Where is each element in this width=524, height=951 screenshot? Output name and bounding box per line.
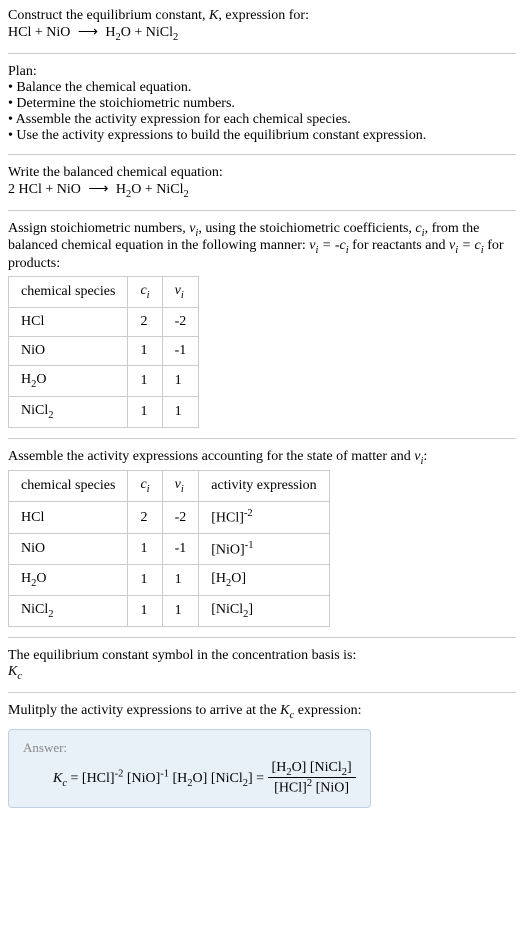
divider (8, 154, 516, 155)
symbol-section: The equilibrium constant symbol in the c… (8, 648, 516, 682)
plan-section: Plan: • Balance the chemical equation. •… (8, 64, 516, 144)
activity-table: chemical species ci νi activity expressi… (8, 470, 330, 627)
intro-section: Construct the equilibrium constant, K, e… (8, 8, 516, 43)
table-row: NiO 1 -1 [NiO]-1 (9, 533, 330, 565)
table-cell: NiO (9, 533, 128, 565)
stoich-text: for reactants and (349, 238, 449, 253)
multiply-text: Mulitply the activity expressions to arr… (8, 703, 361, 718)
table-cell: -1 (162, 336, 199, 365)
table-cell: 1 (128, 533, 162, 565)
divider (8, 438, 516, 439)
table-header: ci (128, 471, 162, 502)
balanced-equation: 2 HCl + NiO ⟶ H2O + NiCl2 (8, 182, 189, 197)
table-cell: 1 (128, 365, 162, 396)
ci-symbol: ci (415, 221, 424, 236)
table-cell: HCl (9, 502, 128, 534)
eq2: νi = ci (449, 238, 484, 253)
intro-text-b: , expression for: (218, 8, 309, 23)
table-cell: 1 (162, 396, 199, 427)
table-cell: NiCl2 (9, 596, 128, 627)
table-cell: NiCl2 (9, 396, 128, 427)
arrow-icon: ⟶ (74, 24, 102, 41)
arrow-icon: ⟶ (84, 181, 112, 198)
balanced-title: Write the balanced chemical equation: (8, 165, 516, 181)
table-cell: -2 (162, 307, 199, 336)
stoich-text: Assign stoichiometric numbers, (8, 221, 189, 236)
divider (8, 637, 516, 638)
plan-item: • Use the activity expressions to build … (8, 128, 516, 144)
divider (8, 692, 516, 693)
eq1: νi = -ci (309, 238, 348, 253)
table-cell: -1 (162, 533, 199, 565)
stoich-table: chemical species ci νi HCl 2 -2 NiO 1 -1… (8, 276, 199, 427)
table-row: NiCl2 1 1 [NiCl2] (9, 596, 330, 627)
symbol-text: The equilibrium constant symbol in the c… (8, 648, 516, 664)
table-header-row: chemical species ci νi (9, 277, 199, 308)
activity-text: Assemble the activity expressions accoun… (8, 449, 427, 464)
table-cell: 1 (128, 565, 162, 596)
table-header: νi (162, 471, 199, 502)
multiply-section: Mulitply the activity expressions to arr… (8, 703, 516, 721)
stoich-text: , using the stoichiometric coefficients, (198, 221, 415, 236)
answer-label: Answer: (23, 740, 356, 756)
table-cell: [NiO]-1 (199, 533, 329, 565)
table-cell: [HCl]-2 (199, 502, 329, 534)
stoich-section: Assign stoichiometric numbers, νi, using… (8, 221, 516, 428)
table-header: νi (162, 277, 199, 308)
activity-section: Assemble the activity expressions accoun… (8, 449, 516, 628)
table-header: ci (128, 277, 162, 308)
plan-title: Plan: (8, 64, 516, 80)
table-cell: 1 (128, 336, 162, 365)
table-header: chemical species (9, 471, 128, 502)
table-cell: [NiCl2] (199, 596, 329, 627)
table-row: NiO 1 -1 (9, 336, 199, 365)
fraction: [H2O] [NiCl2] [HCl]2 [NiO] (268, 760, 356, 797)
table-cell: 1 (162, 596, 199, 627)
table-row: NiCl2 1 1 (9, 396, 199, 427)
plan-item: • Assemble the activity expression for e… (8, 112, 516, 128)
table-cell: 2 (128, 502, 162, 534)
table-cell: H2O (9, 365, 128, 396)
table-cell: 1 (162, 565, 199, 596)
answer-box: Answer: Kc = [HCl]-2 [NiO]-1 [H2O] [NiCl… (8, 729, 371, 808)
divider (8, 53, 516, 54)
table-cell: NiO (9, 336, 128, 365)
K-symbol: K (209, 8, 218, 23)
table-cell: [H2O] (199, 565, 329, 596)
table-cell: 2 (128, 307, 162, 336)
table-cell: H2O (9, 565, 128, 596)
fraction-numerator: [H2O] [NiCl2] (268, 760, 356, 779)
table-cell: 1 (128, 596, 162, 627)
fraction-denominator: [HCl]2 [NiO] (268, 778, 356, 797)
table-header: activity expression (199, 471, 329, 502)
table-row: H2O 1 1 (9, 365, 199, 396)
table-cell: 1 (162, 365, 199, 396)
balanced-section: Write the balanced chemical equation: 2 … (8, 165, 516, 200)
kc-symbol: Kc (8, 664, 22, 679)
table-cell: 1 (128, 396, 162, 427)
table-cell: HCl (9, 307, 128, 336)
intro-equation: HCl + NiO ⟶ H2O + NiCl2 (8, 25, 178, 40)
table-cell: -2 (162, 502, 199, 534)
table-header: chemical species (9, 277, 128, 308)
table-row: HCl 2 -2 [HCl]-2 (9, 502, 330, 534)
intro-text: Construct the equilibrium constant, (8, 8, 209, 23)
plan-item: • Balance the chemical equation. (8, 80, 516, 96)
plan-item: • Determine the stoichiometric numbers. (8, 96, 516, 112)
table-row: H2O 1 1 [H2O] (9, 565, 330, 596)
answer-equation: Kc = [HCl]-2 [NiO]-1 [H2O] [NiCl2] = [H2… (23, 760, 356, 797)
nu-symbol: νi (189, 221, 198, 236)
table-row: HCl 2 -2 (9, 307, 199, 336)
table-header-row: chemical species ci νi activity expressi… (9, 471, 330, 502)
divider (8, 210, 516, 211)
